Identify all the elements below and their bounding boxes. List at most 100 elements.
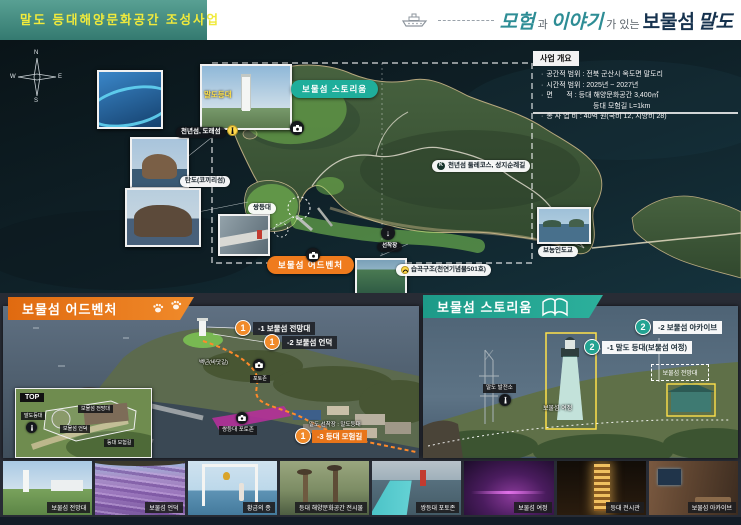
title-conn2: 가 있는 bbox=[606, 16, 639, 32]
title-treasure: 보물섬 bbox=[643, 7, 695, 34]
lighthouse-icon bbox=[499, 394, 511, 406]
label-journey-path: 보물섬 여정 bbox=[543, 403, 572, 412]
bell-shape bbox=[223, 472, 230, 480]
bird-nest-shape bbox=[327, 465, 342, 471]
adventure-photo: 1 -1 보물섬 전망대 1 -2 보물섬 언덕 백년(바닷길) 포토존 쌍등대… bbox=[3, 306, 419, 458]
camera-icon bbox=[290, 121, 304, 135]
compass-n: N bbox=[34, 50, 38, 56]
label-twin-lighthouse: 쌍등대 bbox=[248, 203, 276, 214]
compass-rose: N E S W bbox=[12, 52, 62, 102]
overview-divider bbox=[533, 112, 738, 114]
dock-arrow-icon: ↓ bbox=[381, 226, 395, 240]
paw-prints-icon bbox=[148, 298, 188, 318]
gallery-caption: 보물섬 언덕 bbox=[145, 502, 182, 513]
callout-2-1-label: -1 말도 등대(보물섬 여정) bbox=[602, 341, 692, 354]
project-title: 말도 등대해양문화공간 조성사업 bbox=[20, 13, 220, 27]
map-inset-photo-breakwater bbox=[218, 214, 270, 256]
map-inset-photo-sea-view bbox=[537, 207, 591, 244]
open-book-icon bbox=[540, 297, 570, 317]
storium-photo: 2 -1 말도 등대(보물섬 여정) 2 -2 보물섬 아카이브 보물섬 전망대… bbox=[423, 306, 738, 458]
storium-banner-label: 보물섬 스토리움 bbox=[437, 297, 532, 316]
callout-1-2-label: -2 보물섬 언덕 bbox=[282, 336, 337, 349]
gallery-photo-exhibition-hall: 등대 전시관 bbox=[557, 461, 646, 515]
callout-1-3-number: 1 bbox=[295, 428, 311, 444]
overview-item: ·총 사 업 비 : 40억 원(국비 12, 지방비 28) bbox=[541, 112, 738, 123]
gallery-caption: 등대 전시관 bbox=[606, 502, 643, 513]
gallery-photo-hill-flowers: 보물섬 언덕 bbox=[95, 461, 184, 515]
inset-label-hill: 보물섬 언덕 bbox=[60, 425, 90, 433]
inset-label-trail: 등대 모험길 bbox=[104, 439, 134, 447]
screen-shape bbox=[658, 469, 681, 485]
camera-icon bbox=[253, 359, 265, 371]
callout-2-2-label: -2 보물섬 아카이브 bbox=[653, 321, 722, 334]
compass-icon bbox=[12, 52, 62, 102]
adventure-banner-label: 보물섬 어드벤처 bbox=[22, 299, 117, 318]
gallery-caption: 황금의 종 bbox=[243, 502, 275, 513]
camera-icon bbox=[236, 412, 248, 424]
gallery-photo-exhibits: 등대 해양문화공간 전시물 bbox=[280, 461, 369, 515]
label-dock: 선착장 bbox=[377, 242, 402, 252]
top-tag: TOP bbox=[20, 393, 44, 402]
callout-1-1-label: -1 보물섬 전망대 bbox=[253, 322, 315, 335]
gallery-photo-archive: 보물섬 아카이브 bbox=[649, 461, 738, 515]
lower-panels: 보물섬 어드벤처 bbox=[0, 293, 741, 525]
storium-banner: 보물섬 스토리움 bbox=[423, 295, 603, 318]
gallery-photo-journey-media: 보물섬 여정 bbox=[464, 461, 553, 515]
inset-label-lighthouse: 말도등대 bbox=[21, 412, 45, 420]
main-title-group: 모험 과 이야기 가 있는 보물섬 말도 bbox=[402, 0, 733, 40]
callout-1-1-number: 1 bbox=[235, 320, 251, 336]
aerial-map: N E S W 사업 개요 ·공간적 범위 : 전북 군산시 옥도면 말도리 ·… bbox=[0, 40, 741, 293]
main-title: 모험 과 이야기 가 있는 보물섬 말도 bbox=[500, 7, 733, 34]
label-tando: 탄도(코끼리섬) bbox=[180, 176, 230, 187]
building-shape bbox=[51, 480, 83, 491]
label-observatory-planned: 보물섬 전망대 bbox=[651, 364, 709, 381]
callout-1-2-number: 1 bbox=[264, 334, 280, 350]
callout-2-2-number: 2 bbox=[635, 319, 651, 335]
gallery-photo-golden-bell: 황금의 종 bbox=[188, 461, 277, 515]
gallery-photo-twin-lighthouse-photozone: 쌍등대 포토존 bbox=[372, 461, 461, 515]
overview-item: ·면 적 : 등대 해양문화공간 3,400㎡ bbox=[541, 91, 738, 102]
callout-2-1-number: 2 bbox=[584, 339, 600, 355]
project-title-banner: 말도 등대해양문화공간 조성사업 bbox=[0, 0, 207, 40]
compass-e: E bbox=[58, 74, 62, 80]
label-footbridge: 보농인도교 bbox=[538, 246, 578, 257]
title-conn1: 과 bbox=[538, 16, 548, 32]
bird-nest-shape bbox=[297, 469, 312, 475]
ship-icon bbox=[402, 12, 432, 28]
map-inset-photo-tando bbox=[125, 188, 201, 247]
adventure-banner: 보물섬 어드벤처 bbox=[8, 297, 194, 320]
gallery-caption: 보물섬 여정 bbox=[514, 502, 551, 513]
overview-label: 사업 개요 bbox=[533, 51, 579, 66]
label-facility: 말도 발전소 bbox=[483, 384, 516, 393]
overview-list: ·공간적 범위 : 전북 군산시 옥도면 말도리 ·시간적 범위 : 2025년… bbox=[533, 70, 738, 123]
gallery-caption: 보물섬 전망대 bbox=[47, 502, 90, 513]
fold-marker-icon bbox=[401, 266, 409, 274]
label-fold-structure: 습곡구조(천연기념물501호) bbox=[396, 264, 491, 276]
bell-frame-shape bbox=[202, 464, 258, 506]
callout-1-3-label: -3 등대 모험길 bbox=[312, 430, 367, 443]
label-route-note: 말도 선착장 : 말도등대 bbox=[309, 420, 361, 428]
label-maldo-lighthouse: 말도등대 bbox=[204, 89, 232, 100]
inset-label-observatory: 보물섬 전망대 bbox=[78, 405, 113, 413]
overview-item: ·시간적 범위 : 2025년 ~ 2027년 bbox=[541, 81, 738, 92]
gallery-caption: 보물섬 아카이브 bbox=[688, 502, 736, 513]
lighthouse-icon bbox=[26, 422, 37, 433]
top-view-inset: TOP 말도등대 보물섬 전망대 보물섬 언덕 등대 모험길 bbox=[15, 388, 152, 458]
label-trail: K 천년섬 둘레코스, 성지순례길 bbox=[432, 160, 530, 172]
compass-s: S bbox=[34, 98, 38, 104]
gallery-photo-observatory: 보물섬 전망대 bbox=[3, 461, 92, 515]
poster: 말도 등대해양문화공간 조성사업 모험 과 이야기 가 있는 보물섬 말도 bbox=[0, 0, 741, 525]
label-coast-path: 백년(바닷길) bbox=[199, 358, 228, 366]
footer-bar bbox=[0, 517, 741, 525]
header: 말도 등대해양문화공간 조성사업 모험 과 이야기 가 있는 보물섬 말도 bbox=[0, 0, 741, 40]
camera-icon bbox=[306, 248, 320, 262]
label-photozone: 포토존 bbox=[250, 375, 270, 383]
dashed-line bbox=[438, 20, 494, 21]
pole-shape bbox=[333, 469, 338, 504]
pole-shape bbox=[303, 472, 308, 503]
overview-item: 등대 모험길 L=1km bbox=[541, 102, 738, 113]
lighthouse-shape bbox=[23, 470, 29, 492]
overview-item: ·공간적 범위 : 전북 군산시 옥도면 말도리 bbox=[541, 70, 738, 81]
person-shape bbox=[239, 483, 244, 501]
lighthouse-marker-icon bbox=[227, 125, 238, 136]
